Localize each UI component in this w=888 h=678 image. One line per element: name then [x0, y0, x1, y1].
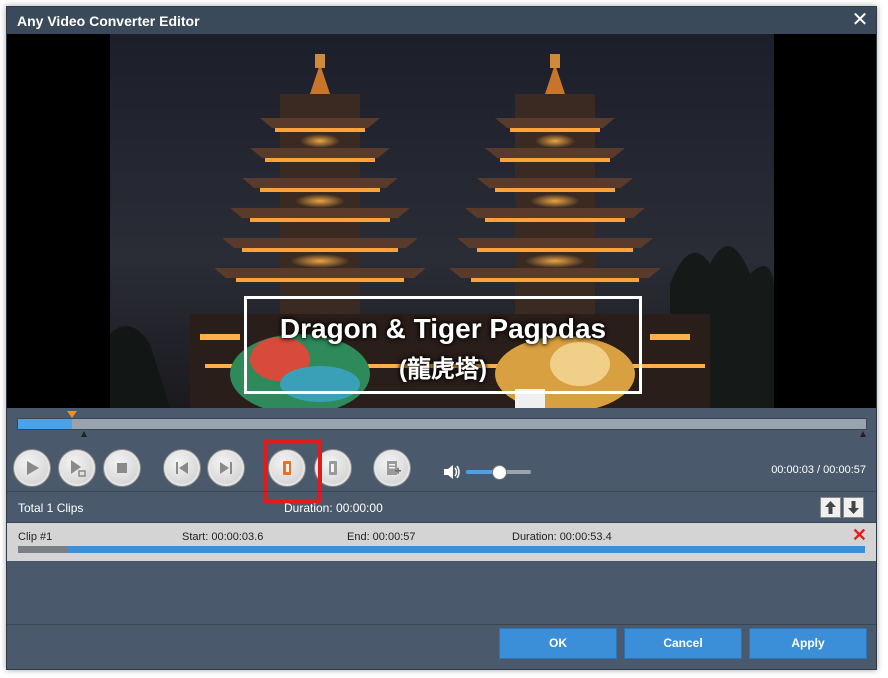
- video-frame: Dragon & Tiger Pagpdas (龍虎塔): [110, 34, 774, 408]
- title-overlay-box: Dragon & Tiger Pagpdas (龍虎塔): [244, 296, 642, 394]
- move-down-button[interactable]: [843, 497, 864, 518]
- next-frame-button[interactable]: [207, 449, 245, 487]
- volume-icon[interactable]: [442, 463, 462, 481]
- close-button[interactable]: ✕: [850, 10, 870, 30]
- total-duration-label: Duration: 00:00:00: [284, 501, 383, 515]
- start-trim-marker[interactable]: [81, 431, 87, 437]
- video-preview: Dragon & Tiger Pagpdas (龍虎塔): [7, 34, 876, 408]
- playhead-marker[interactable]: [66, 411, 77, 418]
- add-clip-button[interactable]: [373, 449, 411, 487]
- timeline-bar[interactable]: [17, 411, 867, 437]
- apply-button[interactable]: Apply: [749, 628, 867, 659]
- next-frame-icon: [220, 462, 232, 474]
- play-button[interactable]: [13, 449, 51, 487]
- window-title: Any Video Converter Editor: [17, 13, 200, 29]
- move-down-icon: [848, 501, 859, 514]
- clip-range-bar: [18, 546, 865, 553]
- cancel-button[interactable]: Cancel: [624, 628, 742, 659]
- clip-start: Start: 00:00:03.6: [182, 531, 264, 543]
- move-up-button[interactable]: [820, 497, 841, 518]
- add-clip-icon: [387, 461, 401, 475]
- stop-button[interactable]: [103, 449, 141, 487]
- clip-row[interactable]: Clip #1 Start: 00:00:03.6 End: 00:00:57 …: [7, 523, 876, 561]
- ok-button[interactable]: OK: [499, 628, 617, 659]
- previous-frame-icon: [176, 462, 188, 474]
- title-bar: Any Video Converter Editor ✕: [7, 7, 876, 34]
- time-readout: 00:00:03 / 00:00:57: [771, 464, 866, 476]
- overlay-subtitle: (龍虎塔): [399, 356, 487, 383]
- clips-info-row: Total 1 Clips Duration: 00:00:00: [7, 491, 876, 523]
- overlay-title: Dragon & Tiger Pagpdas: [279, 313, 607, 344]
- clip-range-fill: [68, 546, 865, 553]
- volume-thumb[interactable]: [491, 465, 507, 480]
- stop-icon: [117, 463, 127, 473]
- total-clips-label: Total 1 Clips: [18, 501, 84, 515]
- play-selection-icon: [71, 460, 86, 477]
- close-icon: ✕: [851, 9, 869, 31]
- timeline-progress: [18, 419, 72, 429]
- end-trim-marker[interactable]: [860, 431, 866, 437]
- editor-window: Any Video Converter Editor ✕ Dragon & Ti…: [6, 6, 877, 670]
- set-end-icon: [329, 461, 337, 475]
- play-icon: [27, 461, 39, 475]
- clip-name: Clip #1: [18, 531, 53, 543]
- clip-end: End: 00:00:57: [347, 531, 416, 543]
- delete-icon[interactable]: ✕: [852, 525, 867, 546]
- clip-list: Clip #1 Start: 00:00:03.6 End: 00:00:57 …: [7, 522, 876, 625]
- previous-frame-button[interactable]: [163, 449, 201, 487]
- clip-duration: Duration: 00:00:53.4: [512, 531, 612, 543]
- move-up-icon: [825, 501, 836, 514]
- play-selection-button[interactable]: [58, 449, 96, 487]
- volume-slider[interactable]: [466, 465, 531, 480]
